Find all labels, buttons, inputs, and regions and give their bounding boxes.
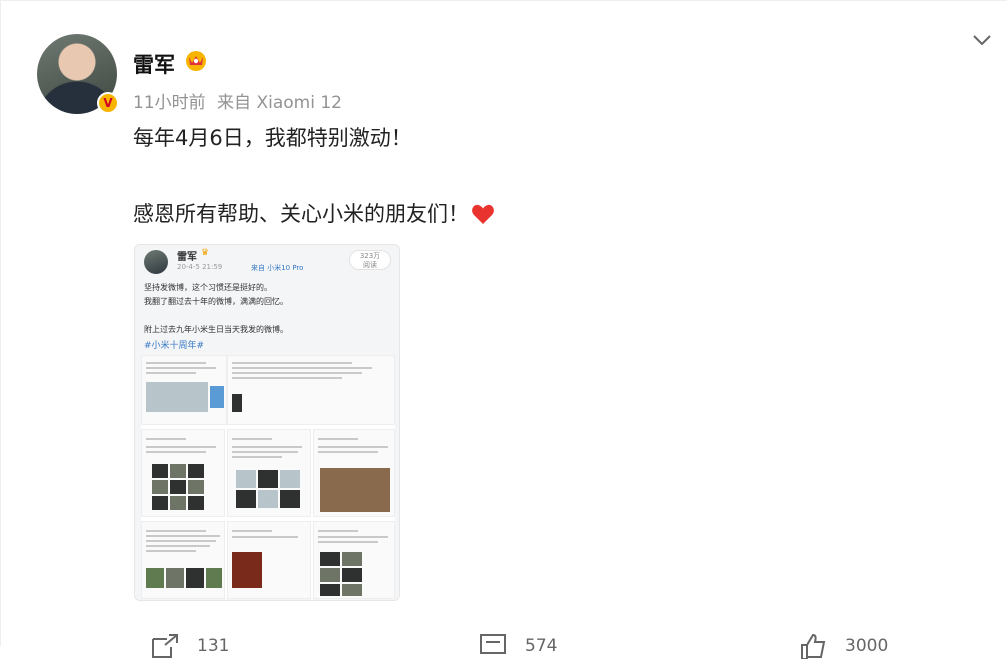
embed-text-3: 附上过去九年小米生日当天我发的微博。 xyxy=(144,325,288,334)
thumbs-up-icon xyxy=(801,633,826,659)
like-count: 3000 xyxy=(845,636,889,656)
embed-views-number: 323万 xyxy=(359,252,381,260)
repost-button[interactable]: 131 xyxy=(151,633,229,659)
heart-icon xyxy=(472,204,494,224)
embed-views-label: 阅读 xyxy=(363,261,377,269)
collage-cell xyxy=(227,429,311,517)
post-source: 来自 Xiaomi 12 xyxy=(217,93,342,113)
comment-count: 574 xyxy=(525,636,558,656)
collage-cell xyxy=(141,521,225,599)
embed-hashtag: #小米十周年# xyxy=(144,341,205,351)
collage-cell xyxy=(227,355,395,425)
embed-time: 20-4-5 21:59 xyxy=(177,263,223,271)
post-text-line-1: 每年4月6日，我都特别激动！ xyxy=(133,126,412,150)
post-meta: 11小时前 来自 Xiaomi 12 xyxy=(133,88,348,113)
embed-views-badge: 323万 阅读 xyxy=(349,250,391,270)
collage-cell xyxy=(141,429,225,517)
post-text-line-2-text: 感恩所有帮助、关心小米的朋友们！ xyxy=(133,202,469,226)
embed-text-2: 我翻了翻过去十年的微博，满满的回忆。 xyxy=(144,297,288,306)
crown-icon[interactable] xyxy=(184,48,208,72)
collage-cell xyxy=(141,355,227,425)
embed-author-name: 雷军 xyxy=(177,252,197,263)
collage-cell xyxy=(227,521,311,599)
post-text-line-2: 感恩所有帮助、关心小米的朋友们！ xyxy=(133,198,495,228)
post-time[interactable]: 11小时前 xyxy=(133,93,206,113)
embed-crown-icon: ♛ xyxy=(201,248,210,258)
embedded-screenshot-image[interactable]: 雷军 ♛ 20-4-5 21:59 来自 小米10 Pro 323万 阅读 坚持… xyxy=(134,244,400,601)
repost-icon xyxy=(152,634,178,658)
collage-cell xyxy=(313,521,395,599)
embed-collage xyxy=(141,355,395,599)
comment-button[interactable]: 574 xyxy=(479,633,557,659)
chevron-down-icon[interactable] xyxy=(971,29,993,51)
embed-text-1: 坚持发微博，这个习惯还是挺好的。 xyxy=(144,283,272,292)
embed-source: 来自 小米10 Pro xyxy=(251,264,304,272)
comment-icon xyxy=(480,634,506,654)
author-avatar-container[interactable]: V xyxy=(37,34,119,114)
repost-count: 131 xyxy=(197,636,230,656)
embed-avatar xyxy=(144,250,168,274)
author-name[interactable]: 雷军 xyxy=(133,49,175,79)
collage-cell xyxy=(313,429,395,517)
like-button[interactable]: 3000 xyxy=(799,633,888,659)
weibo-post-card: V 雷军 11小时前 来自 Xiaomi 12 每年4月6日，我都特别激动！ 感… xyxy=(0,0,1007,659)
verified-badge-icon: V xyxy=(97,92,119,114)
